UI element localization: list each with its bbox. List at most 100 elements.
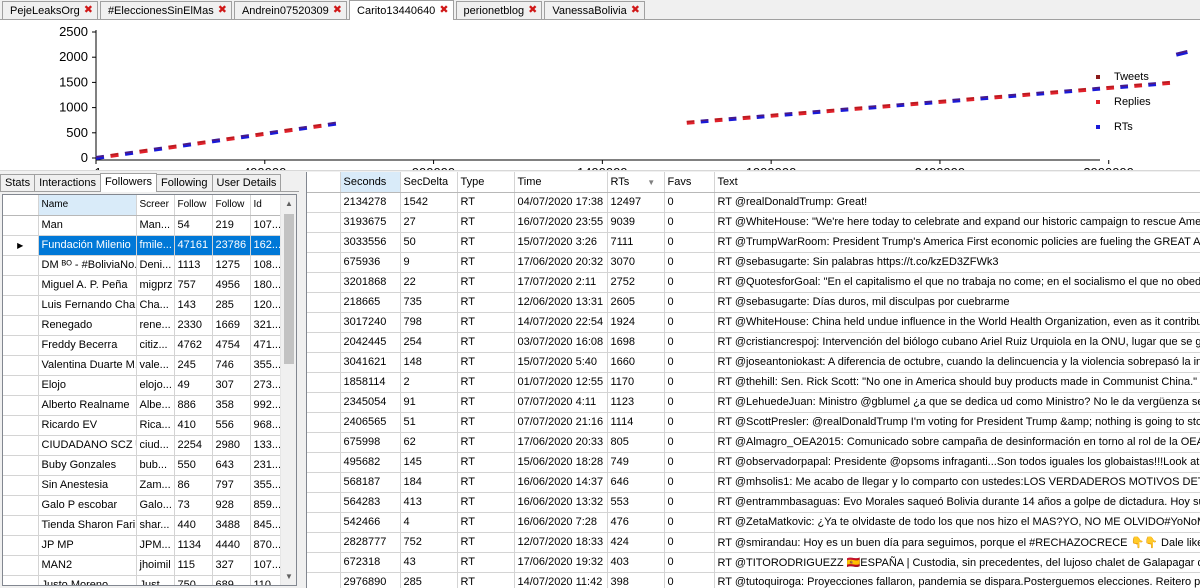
row-header[interactable] <box>3 295 39 316</box>
table-cell[interactable]: RT <box>457 272 515 293</box>
table-cell[interactable]: 0 <box>664 292 715 313</box>
table-cell[interactable]: 17/06/2020 20:33 <box>514 432 608 453</box>
table-cell[interactable]: Galo P escobar <box>38 495 137 516</box>
row-header[interactable] <box>3 455 39 476</box>
table-cell[interactable]: 12/06/2020 13:31 <box>514 292 608 313</box>
table-cell[interactable]: 968... <box>250 415 283 436</box>
row-header[interactable] <box>3 415 39 436</box>
table-cell[interactable]: 403 <box>607 552 665 573</box>
table-cell[interactable]: RT <box>457 572 515 588</box>
row-header[interactable] <box>307 332 341 353</box>
table-cell[interactable]: RT @WhiteHouse: "We're here today to cel… <box>714 212 1200 233</box>
table-cell[interactable]: 51 <box>400 412 458 433</box>
row-header[interactable] <box>307 392 341 413</box>
left-tab-followers[interactable]: Followers <box>99 173 158 192</box>
table-cell[interactable]: Fundación Milenio <box>38 235 137 256</box>
row-header[interactable] <box>307 552 341 573</box>
table-row[interactable]: 675998 62 RT 17/06/2020 20:33 805 0 RT @Almagr… <box>307 432 1200 453</box>
table-cell[interactable]: 556 <box>212 415 251 436</box>
table-cell[interactable]: 2 <box>400 372 458 393</box>
table-cell[interactable]: 672318 <box>340 552 401 573</box>
table-cell[interactable]: elojo... <box>136 375 175 396</box>
table-row[interactable]: Alberto Realname Albe... 886 358 992... <box>3 395 283 416</box>
table-cell[interactable]: 2406565 <box>340 412 401 433</box>
table-cell[interactable]: RT <box>457 432 515 453</box>
table-cell[interactable]: RT @TITORODRIGUEZZ 🇪🇸ESPAÑA | Custodia, … <box>714 552 1200 573</box>
left-tab-stats[interactable]: Stats <box>0 174 36 191</box>
row-header[interactable] <box>307 572 341 588</box>
table-cell[interactable]: RT <box>457 532 515 553</box>
table-cell[interactable]: CIUDADANO SCZ ᴮᴼ <box>38 435 137 456</box>
table-cell[interactable]: 133... <box>250 435 283 456</box>
table-row[interactable]: 3017240 798 RT 14/07/2020 22:54 1924 0 RT @Whi… <box>307 312 1200 333</box>
row-header[interactable] <box>3 515 39 536</box>
table-row[interactable]: Man Man... 54 219 107... <box>3 215 283 236</box>
table-cell[interactable]: DM ᴮᴼ - #BoliviaNo... <box>38 255 137 276</box>
table-cell[interactable]: 886 <box>174 395 213 416</box>
table-cell[interactable]: 12497 <box>607 192 665 213</box>
table-cell[interactable]: 0 <box>664 532 715 553</box>
table-cell[interactable]: 01/07/2020 12:55 <box>514 372 608 393</box>
table-cell[interactable]: 0 <box>664 372 715 393</box>
table-cell[interactable]: RT @smirandau: Hoy es un buen día para s… <box>714 532 1200 553</box>
table-cell[interactable]: 03/07/2020 16:08 <box>514 332 608 353</box>
table-cell[interactable]: 254 <box>400 332 458 353</box>
table-row[interactable]: 495682 145 RT 15/06/2020 18:28 749 0 RT @obser… <box>307 452 1200 473</box>
table-cell[interactable]: RT @cristiancrespoj: Intervención del bi… <box>714 332 1200 353</box>
table-cell[interactable]: 992... <box>250 395 283 416</box>
table-cell[interactable]: 0 <box>664 512 715 533</box>
table-cell[interactable]: 1924 <box>607 312 665 333</box>
table-cell[interactable]: Miguel A. P. Peña <box>38 275 137 296</box>
close-icon[interactable]: ✖ <box>333 5 342 16</box>
table-cell[interactable]: RT <box>457 412 515 433</box>
scrollbar-thumb[interactable] <box>284 214 294 364</box>
table-cell[interactable]: bub... <box>136 455 175 476</box>
table-cell[interactable]: 495682 <box>340 452 401 473</box>
table-cell[interactable]: Just... <box>136 575 175 585</box>
table-cell[interactable]: 805 <box>607 432 665 453</box>
row-header[interactable] <box>307 352 341 373</box>
table-cell[interactable]: RT @mhsolis1: Me acabo de llegar y lo co… <box>714 472 1200 493</box>
table-cell[interactable]: 143 <box>174 295 213 316</box>
table-row[interactable]: Elojo elojo... 49 307 273... <box>3 375 283 396</box>
row-header[interactable]: ▶ <box>3 235 39 256</box>
table-cell[interactable]: RT @sebasugarte: Sin palabras https://t.… <box>714 252 1200 273</box>
table-cell[interactable]: 327 <box>212 555 251 576</box>
table-cell[interactable]: 4 <box>400 512 458 533</box>
table-cell[interactable]: 14/07/2020 22:54 <box>514 312 608 333</box>
tweets-grid[interactable]: Seconds SecDelta Type Time RTs ▼ Favs Text 2134… <box>306 172 1200 588</box>
table-cell[interactable]: 16/06/2020 14:37 <box>514 472 608 493</box>
table-cell[interactable]: 16/07/2020 23:55 <box>514 212 608 233</box>
table-row[interactable]: MAN2 jhoimil 115 327 107... <box>3 555 283 576</box>
table-row[interactable]: Luis Fernando Cha... Cha... 143 285 120... <box>3 295 283 316</box>
table-cell[interactable]: 4440 <box>212 535 251 556</box>
table-row[interactable]: Buby Gonzales bub... 550 643 231... <box>3 455 283 476</box>
table-cell[interactable]: RT <box>457 392 515 413</box>
row-header[interactable] <box>307 192 341 213</box>
table-cell[interactable]: 2254 <box>174 435 213 456</box>
table-row[interactable]: Freddy Becerra citiz... 4762 4754 471... <box>3 335 283 356</box>
table-cell[interactable]: 424 <box>607 532 665 553</box>
table-cell[interactable]: RT @ScottPresler: @realDonaldTrump I'm v… <box>714 412 1200 433</box>
table-cell[interactable]: 0 <box>664 492 715 513</box>
table-cell[interactable]: 1660 <box>607 352 665 373</box>
table-cell[interactable]: 16/06/2020 7:28 <box>514 512 608 533</box>
table-cell[interactable]: RT @sebasugarte: Días duros, mil disculp… <box>714 292 1200 313</box>
row-header[interactable] <box>3 275 39 296</box>
table-cell[interactable]: 870... <box>250 535 283 556</box>
table-row[interactable]: Justo Moreno Just... 750 689 110... <box>3 575 283 585</box>
close-icon[interactable]: ✖ <box>218 5 227 16</box>
table-cell[interactable]: migprz <box>136 275 175 296</box>
table-cell[interactable]: 1669 <box>212 315 251 336</box>
table-cell[interactable]: 1542 <box>400 192 458 213</box>
table-cell[interactable]: RT <box>457 512 515 533</box>
table-cell[interactable]: Ricardo EV <box>38 415 137 436</box>
table-cell[interactable]: RT <box>457 192 515 213</box>
row-header[interactable] <box>3 575 39 585</box>
table-cell[interactable]: 0 <box>664 232 715 253</box>
table-cell[interactable]: 0 <box>664 332 715 353</box>
table-cell[interactable]: RT <box>457 252 515 273</box>
table-cell[interactable]: citiz... <box>136 335 175 356</box>
table-cell[interactable]: Valentina Duarte M. <box>38 355 137 376</box>
row-header[interactable] <box>307 452 341 473</box>
